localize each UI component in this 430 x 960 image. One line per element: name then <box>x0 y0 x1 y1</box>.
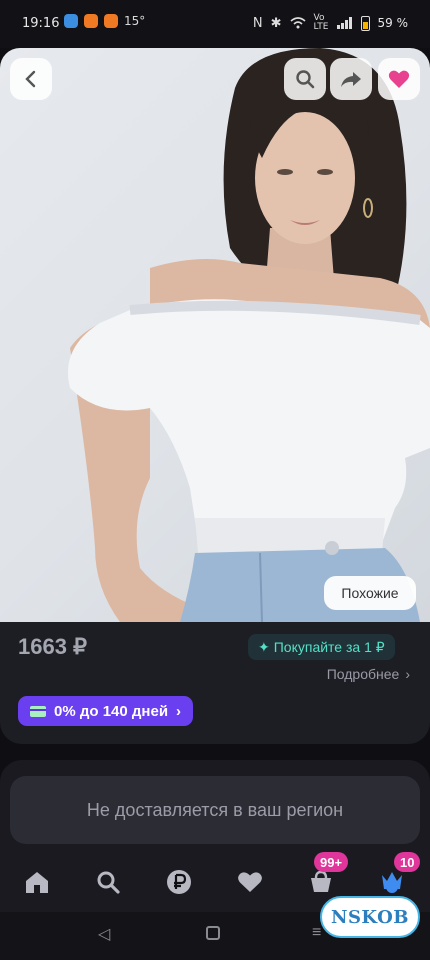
card-icon <box>30 705 46 717</box>
nav-recents-icon[interactable]: ≡ <box>312 924 321 942</box>
installment-button[interactable]: 0% до 140 дней › <box>18 696 194 726</box>
signal-icon <box>336 17 352 29</box>
tab-favorites[interactable] <box>230 862 270 902</box>
sparkle-icon: ✦ <box>258 638 270 655</box>
similar-products-button[interactable]: Похожие <box>324 576 416 610</box>
notification-app-icon <box>104 14 118 28</box>
search-icon <box>97 871 120 894</box>
status-app-icons: 15° <box>64 14 145 28</box>
search-button[interactable] <box>284 58 326 100</box>
tab-payments[interactable] <box>159 862 199 902</box>
product-image[interactable] <box>0 48 430 622</box>
product-info-card: 1663 ₽ ✦ Покупайте за 1 ₽ Подробнее › 0%… <box>0 622 430 744</box>
status-time: 19:16 <box>22 16 60 31</box>
nav-back-icon[interactable]: ◁ <box>98 924 110 944</box>
weather-app-icon <box>64 14 78 28</box>
more-label: Подробнее <box>326 666 400 682</box>
delivery-notice: Не доставляется в ваш регион <box>10 776 420 844</box>
installment-label: 0% до 140 дней <box>54 702 169 720</box>
chevron-left-icon <box>25 70 36 88</box>
product-price: 1663 ₽ <box>18 634 88 659</box>
back-button[interactable] <box>10 58 52 100</box>
ruble-icon <box>167 870 191 894</box>
wifi-icon <box>290 17 306 29</box>
battery-level: 59 % <box>377 16 409 30</box>
volte-icon: Vo LTE <box>313 13 329 32</box>
status-bar: 19:16 15° N ✱ Vo LTE 59 % <box>0 0 430 48</box>
search-icon <box>296 70 315 89</box>
heart-icon <box>388 70 410 88</box>
battery-icon <box>360 15 370 31</box>
promo-badge[interactable]: ✦ Покупайте за 1 ₽ <box>248 634 395 660</box>
heart-icon <box>238 872 262 892</box>
promo-label: Покупайте за 1 ₽ <box>273 638 385 655</box>
chevron-right-icon: › <box>176 702 182 720</box>
nav-home-icon[interactable] <box>206 926 220 940</box>
status-indicators: N ✱ Vo LTE 59 % <box>253 14 408 32</box>
tab-home[interactable] <box>17 862 57 902</box>
share-arrow-icon <box>341 72 361 87</box>
profile-badge: 10 <box>394 852 421 872</box>
bluetooth-icon: ✱ <box>270 15 282 31</box>
share-button[interactable] <box>330 58 372 100</box>
product-photo <box>68 48 430 622</box>
watermark-logo: NSKOB <box>320 896 420 938</box>
cart-badge: 99+ <box>314 852 349 872</box>
status-temperature: 15° <box>124 14 146 28</box>
profile-icon <box>382 872 402 893</box>
tab-search[interactable] <box>88 862 128 902</box>
favorite-button[interactable] <box>378 58 420 100</box>
home-icon <box>26 872 48 893</box>
cart-icon <box>311 870 331 892</box>
chevron-right-icon: › <box>405 666 410 682</box>
notification-app-icon <box>84 14 98 28</box>
nfc-icon: N <box>252 15 263 31</box>
more-details-link[interactable]: Подробнее › <box>327 666 410 682</box>
